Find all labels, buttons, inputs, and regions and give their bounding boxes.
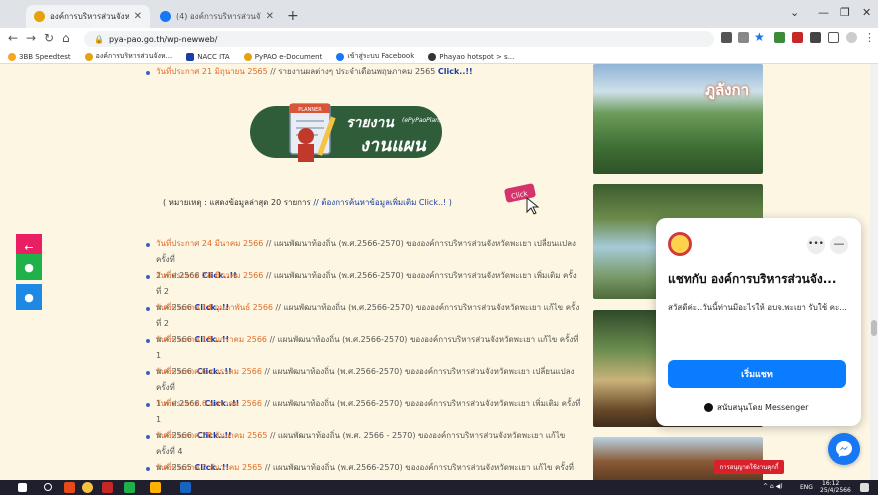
search-icon[interactable] [44, 483, 52, 491]
planner-label: PLANNER [298, 107, 322, 113]
tab-label: (4) องค์การบริหารส่วนจังหวัดพะเยา | F [176, 12, 261, 21]
photo-phu-langka[interactable]: ภูลังกา [593, 64, 763, 174]
list-bullet [146, 275, 150, 279]
profile-avatar-icon[interactable] [846, 32, 857, 43]
powered-by: สนับสนุนโดย Messenger [704, 401, 808, 414]
note-text: ( หมายเหตุ : แสดงข้อมูลล่าสุด 20 รายการ … [163, 198, 452, 207]
list-bullet [146, 71, 150, 75]
line-taskbar-icon[interactable] [124, 482, 135, 493]
org-logo-icon [668, 232, 692, 256]
list-bullet [146, 403, 150, 407]
messenger-chat-widget: ••• — แชทกับ องค์การบริหารส่วนจัง... สวั… [656, 218, 861, 426]
tab-label: องค์การบริหารส่วนจังหวัดพะเยา – Pro [50, 12, 129, 21]
banner-title2: งานแผน [360, 135, 426, 156]
chat-title: แชทกับ องค์การบริหารส่วนจัง... [668, 272, 837, 286]
scrollbar-thumb[interactable] [871, 320, 877, 336]
close-window-icon[interactable]: ✕ [862, 6, 871, 19]
extension-leaf-icon[interactable] [774, 32, 785, 43]
file-explorer-icon[interactable] [150, 482, 161, 493]
notification-icon[interactable] [860, 483, 869, 492]
lock-icon: 🔒 [94, 34, 104, 44]
news-item: วันที่ประกาศ 21 มิถุนายน 2565 // รายงานผ… [156, 67, 473, 76]
windows-taskbar: ^ ⌂ ◀) ENG 16:12 25/4/2566 [0, 480, 878, 495]
close-tab-icon[interactable]: ✕ [134, 11, 142, 22]
chrome-taskbar-icon[interactable] [82, 482, 93, 493]
cookie-consent-badge[interactable]: การอนุญาตใช้งานคุกกี้ [714, 460, 784, 474]
start-chat-button[interactable]: เริ่มแชท [668, 360, 846, 388]
list-bullet [146, 307, 150, 311]
bookmark-item[interactable]: องค์การบริหารส่วนจังห... [84, 51, 172, 62]
bookmark-item[interactable]: Phayao hotspot > s... [428, 52, 514, 61]
pdf-taskbar-icon[interactable] [102, 482, 113, 493]
bookmark-star-icon[interactable]: ★ [754, 30, 765, 44]
bookmark-favicon-icon [428, 52, 437, 61]
list-bullet [146, 467, 150, 471]
bookmark-favicon-icon [336, 52, 345, 61]
plan-report-banner[interactable]: รายงาน (ePyPaoPlan) งานแผน [250, 106, 442, 158]
planner-illustration-icon: PLANNER [289, 103, 336, 162]
list-bullet [146, 243, 150, 247]
bookmark-favicon-icon [243, 52, 252, 61]
forward-arrow-icon[interactable]: → [26, 31, 36, 45]
bookmark-favicon-icon [8, 52, 16, 61]
bookmark-item[interactable]: NACC ITA [186, 52, 230, 61]
clock-time: 16:12 [822, 480, 840, 487]
click-badge-icon[interactable]: Click [503, 182, 543, 216]
tab-facebook[interactable]: (4) องค์การบริหารส่วนจังหวัดพะเยา | F ✕ [152, 5, 282, 28]
messenger-float-button[interactable]: ● [16, 284, 42, 310]
taskbar-app-icon[interactable] [64, 482, 75, 493]
home-icon[interactable]: ⌂ [62, 31, 70, 45]
minimize-icon[interactable]: — [818, 6, 829, 19]
url-text: pya-pao.go.th/wp-newweb/ [108, 34, 218, 44]
banner-subtitle: (ePyPaoPlan) [402, 117, 442, 124]
menu-kebab-icon[interactable]: ⋮ [864, 31, 875, 44]
translate-icon[interactable] [721, 32, 732, 43]
list-bullet [146, 339, 150, 343]
tab-search-chevron-icon[interactable]: ⌄ [790, 6, 799, 19]
more-options-icon[interactable]: ••• [807, 236, 825, 254]
messenger-small-icon [704, 403, 713, 412]
search-more-link[interactable]: // ต้องการค้นหาข้อมูลเพิ่มเติม Click..! … [313, 198, 452, 207]
word-taskbar-icon[interactable] [180, 482, 191, 493]
line-chat-float-button[interactable]: ● [16, 254, 42, 280]
maximize-icon[interactable]: ❐ [840, 6, 850, 19]
site-favicon-icon [34, 11, 45, 22]
address-bar[interactable]: 🔒 pya-pao.go.th/wp-newweb/ [84, 31, 714, 47]
list-bullet [146, 371, 150, 375]
bookmark-item[interactable]: PyPAO e-Document [243, 52, 322, 61]
extension-pdf-icon[interactable] [792, 32, 803, 43]
messenger-bubble-button[interactable] [828, 433, 860, 465]
tray-icons[interactable]: ^ ⌂ ◀) [763, 483, 783, 490]
photo-caption: ภูลังกา [705, 81, 749, 99]
input-language[interactable]: ENG [800, 484, 813, 491]
chat-greeting: สวัสดีค่ะ..วันนี้ท่านมีอะไรให้ อบจ.พะเยา… [668, 303, 847, 312]
list-bullet [146, 435, 150, 439]
minimize-chat-icon[interactable]: — [830, 236, 848, 254]
click-link[interactable]: Click..!! [438, 67, 473, 76]
new-tab-plus-icon[interactable]: + [287, 8, 299, 24]
close-tab-icon[interactable]: ✕ [266, 11, 274, 22]
bookmarks-bar: 3BB Speedtest องค์การบริหารส่วนจังห... N… [0, 50, 878, 64]
browser-toolbar: ← → ↻ ⌂ 🔒 pya-pao.go.th/wp-newweb/ ★ ⋮ [0, 28, 878, 50]
sidepanel-icon[interactable] [828, 32, 839, 43]
extensions-puzzle-icon[interactable] [810, 32, 821, 43]
page-scrollbar[interactable] [870, 64, 878, 480]
clock-date: 25/4/2566 [820, 487, 851, 494]
windows-start-icon[interactable] [18, 483, 27, 492]
reload-icon[interactable]: ↻ [44, 31, 54, 45]
bookmark-item[interactable]: 3BB Speedtest [8, 52, 71, 61]
tab-pya-pao-site[interactable]: องค์การบริหารส่วนจังหวัดพะเยา – Pro ✕ [26, 5, 150, 28]
back-arrow-icon[interactable]: ← [8, 31, 18, 45]
bookmark-favicon-icon [186, 52, 195, 61]
share-icon[interactable] [738, 32, 749, 43]
bookmark-favicon-icon [84, 52, 93, 61]
messenger-icon [836, 441, 852, 457]
bookmark-item[interactable]: เข้าสู่ระบบ Facebook [336, 51, 414, 62]
facebook-favicon-icon [160, 11, 171, 22]
news-item: วันที่ประกาศ 2 ธันวาคม 2565 // แผนพัฒนาท… [156, 463, 574, 480]
browser-tab-bar: องค์การบริหารส่วนจังหวัดพะเยา – Pro ✕ (4… [0, 0, 878, 28]
